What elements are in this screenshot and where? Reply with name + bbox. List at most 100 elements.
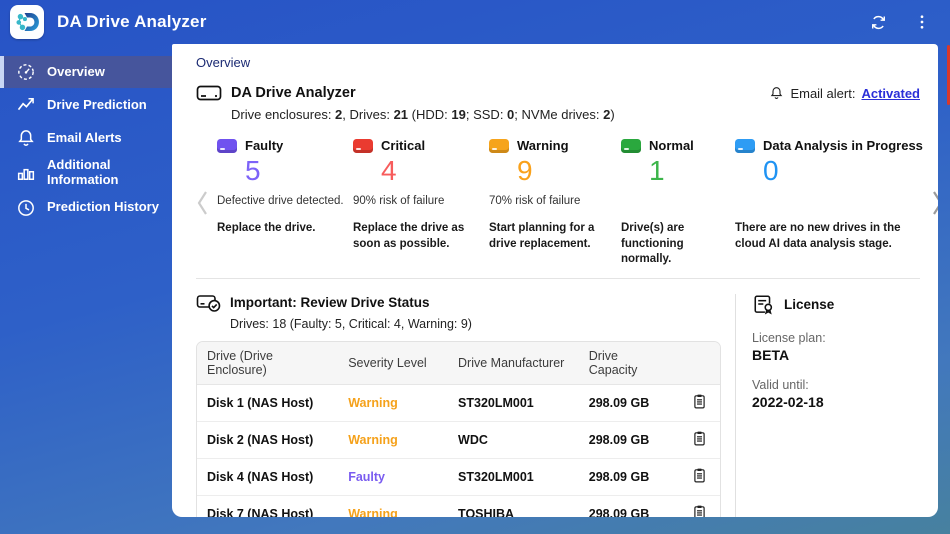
carousel-next-button[interactable] xyxy=(931,173,938,233)
section-divider xyxy=(196,277,920,279)
drive-details-button[interactable] xyxy=(691,430,708,447)
drive-cell: Disk 4 (NAS Host) xyxy=(197,458,339,496)
card-description: 70% risk of failure xyxy=(489,195,581,208)
drive-status-chip-icon xyxy=(217,138,237,153)
license-valid-value: 2022-02-18 xyxy=(752,393,824,410)
drive-status-table-container: Drive (Drive Enclosure) Severity Level Dri… xyxy=(196,340,721,517)
main-panel: Overview DA Drive Analyzer Drive enclosu… xyxy=(172,44,938,517)
sidebar-item-label: Drive Prediction xyxy=(47,96,147,112)
card-description xyxy=(621,194,727,221)
email-alert: Email alert: Activated xyxy=(769,83,920,101)
card-recommendation: Replace the drive. xyxy=(217,222,316,235)
manufacturer-cell: TOSHIBA xyxy=(448,495,579,517)
license-certificate-icon xyxy=(754,295,773,315)
license-plan-value: BETA xyxy=(752,346,790,363)
drive-status-chip-icon xyxy=(621,138,641,153)
card-description xyxy=(735,194,923,221)
column-header-drive-capacity: Drive Capacity xyxy=(578,341,679,385)
kebab-menu-icon xyxy=(920,15,924,29)
review-title: Important: Review Drive Status xyxy=(230,294,430,310)
table-row: Disk 7 (NAS Host) Warning TOSHIBA 298.09 GB xyxy=(197,495,720,517)
card-count: 1 xyxy=(649,155,665,186)
drive-status-table: Drive (Drive Enclosure) Severity Level Dri… xyxy=(197,341,720,517)
kebab-menu-button[interactable] xyxy=(910,10,934,34)
severity-cell: Warning xyxy=(338,495,449,517)
chevron-left-icon xyxy=(197,191,207,215)
card-description: 90% risk of failure xyxy=(353,195,445,208)
column-header-drive-manufacturer: Drive Manufacturer xyxy=(448,341,579,385)
status-card-normal: Normal 1 Drive(s) are functioning normally… xyxy=(621,138,727,268)
refresh-icon xyxy=(871,15,885,29)
sidebar-item-prediction-history[interactable]: Prediction History xyxy=(0,192,172,224)
review-drive-status-section: Important: Review Drive Status Drives: 1… xyxy=(196,292,721,517)
card-recommendation: Start planning for a drive replacement. xyxy=(489,222,595,250)
card-description: Defective drive detected. xyxy=(217,195,344,208)
table-row: Disk 1 (NAS Host) Warning ST320LM001 298.09… xyxy=(197,384,720,422)
card-label: Faulty xyxy=(245,138,284,153)
license-plan-label: License plan: xyxy=(752,330,826,345)
license-title: License xyxy=(784,296,835,312)
sidebar: Overview Drive Prediction Email Alerts Addi… xyxy=(0,44,172,534)
sidebar-item-overview[interactable]: Overview xyxy=(0,56,172,88)
sidebar-item-label: Email Alerts xyxy=(47,129,122,145)
card-label: Critical xyxy=(381,138,426,153)
chart-line-icon xyxy=(15,95,36,116)
email-alert-label: Email alert: xyxy=(790,85,856,101)
sidebar-item-label: Additional Information xyxy=(47,157,119,187)
status-card-data-analysis-in-progress: Data Analysis in Progress 0 There are no n… xyxy=(735,138,923,268)
carousel-prev-button[interactable] xyxy=(196,173,209,233)
page-title: Overview xyxy=(196,55,251,70)
card-count: 4 xyxy=(381,155,397,186)
table-row: Disk 2 (NAS Host) Warning WDC 298.09 GB xyxy=(197,421,720,459)
column-header-drive-drive-enclosure: Drive (Drive Enclosure) xyxy=(197,341,339,385)
card-label: Data Analysis in Progress xyxy=(763,138,923,153)
drive-icon xyxy=(196,85,222,101)
capacity-cell: 298.09 GB xyxy=(578,495,679,517)
sidebar-item-drive-prediction[interactable]: Drive Prediction xyxy=(0,89,172,121)
card-count: 0 xyxy=(763,155,779,186)
status-card-critical: Critical 4 90% risk of failure Replace the … xyxy=(353,138,481,268)
table-header-row: Drive (Drive Enclosure) Severity Level Dri… xyxy=(197,341,720,385)
license-section: License License plan: BETA Valid until: … xyxy=(752,292,920,517)
da-drive-analyzer-logo-icon xyxy=(16,12,39,32)
summary-title: DA Drive Analyzer xyxy=(231,85,356,101)
bar-chart-icon xyxy=(15,162,36,183)
drive-status-chip-icon xyxy=(735,138,755,153)
drive-details-button[interactable] xyxy=(691,504,708,517)
header-bar: DA Drive Analyzer xyxy=(0,0,950,44)
card-label: Warning xyxy=(517,138,569,153)
card-label: Normal xyxy=(649,138,694,153)
bell-icon xyxy=(771,87,783,99)
drive-details-button[interactable] xyxy=(691,393,708,410)
sidebar-item-label: Prediction History xyxy=(47,199,159,215)
capacity-cell: 298.09 GB xyxy=(578,384,679,422)
status-cards: Faulty 5 Defective drive detected. Replace … xyxy=(209,138,931,268)
drive-details-button[interactable] xyxy=(691,467,708,484)
card-recommendation: Replace the drive as soon as possible. xyxy=(353,222,465,250)
card-recommendation: There are no new drives in the cloud AI … xyxy=(735,222,901,250)
card-count: 9 xyxy=(517,155,533,186)
email-alert-status-link[interactable]: Activated xyxy=(861,86,920,101)
status-card-faulty: Faulty 5 Defective drive detected. Replace … xyxy=(217,138,345,268)
app-title: DA Drive Analyzer xyxy=(57,12,207,31)
gauge-icon xyxy=(15,62,36,83)
capacity-cell: 298.09 GB xyxy=(578,421,679,459)
sidebar-item-email-alerts[interactable]: Email Alerts xyxy=(0,122,172,154)
drive-summary: DA Drive Analyzer Drive enclosures: 2, D… xyxy=(196,83,615,122)
summary-subtitle: Drive enclosures: 2, Drives: 21 (HDD: 19… xyxy=(231,107,615,122)
drive-cell: Disk 7 (NAS Host) xyxy=(197,495,339,517)
capacity-cell: 298.09 GB xyxy=(578,458,679,496)
card-recommendation: Drive(s) are functioning normally. xyxy=(621,222,685,266)
clock-icon xyxy=(15,197,36,218)
drive-check-icon xyxy=(196,295,221,312)
sidebar-item-label: Overview xyxy=(47,63,105,79)
severity-cell: Warning xyxy=(338,421,449,459)
review-subtitle: Drives: 18 (Faulty: 5, Critical: 4, Warn… xyxy=(230,316,472,331)
vertical-divider xyxy=(735,293,736,517)
refresh-button[interactable] xyxy=(866,10,890,34)
column-header-severity-level: Severity Level xyxy=(338,341,449,385)
sidebar-item-additional-information[interactable]: Additional Information xyxy=(0,155,172,191)
app-logo xyxy=(10,5,44,39)
manufacturer-cell: ST320LM001 xyxy=(448,458,579,496)
bell-icon xyxy=(15,128,36,149)
